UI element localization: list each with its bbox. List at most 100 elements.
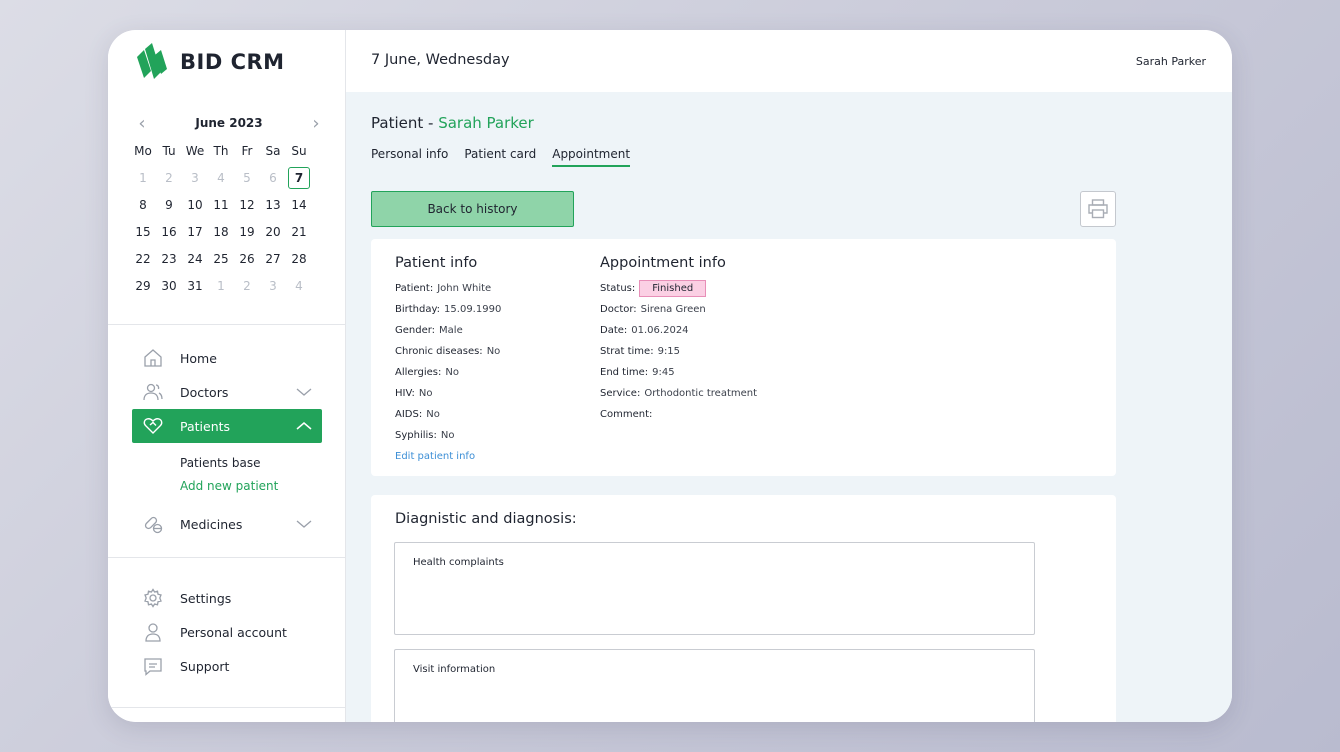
weekday-label: Fr [241, 144, 253, 158]
field-value: No [486, 346, 501, 357]
chevron-down-icon[interactable] [296, 519, 312, 529]
tab-personal-info[interactable]: Personal info [371, 147, 448, 167]
sidebar-subitem-add-new-patient[interactable]: Add new patient [132, 474, 322, 497]
sidebar-item-home[interactable]: Home [132, 341, 322, 375]
back-to-history-button[interactable]: Back to history [371, 191, 574, 227]
calendar-prev-icon[interactable]: ‹ [134, 113, 150, 134]
calendar-day[interactable]: 11 [208, 194, 234, 216]
calendar-day[interactable]: 4 [208, 167, 234, 189]
sidebar-divider [108, 324, 346, 325]
sidebar-item-medicines[interactable]: Medicines [132, 507, 322, 541]
calendar-day[interactable]: 6 [260, 167, 286, 189]
gear-icon [142, 587, 164, 609]
calendar-day[interactable]: 9 [156, 194, 182, 216]
sidebar-item-support[interactable]: Support [132, 649, 322, 683]
appointment-info-section: Appointment info Status: Finished Doctor… [600, 255, 757, 425]
edit-patient-info-link[interactable]: Edit patient info [395, 446, 501, 467]
calendar-day-today[interactable]: 7 [288, 167, 310, 189]
calendar-day[interactable]: 19 [234, 221, 260, 243]
calendar-day[interactable]: 2 [156, 167, 182, 189]
calendar-day[interactable]: 24 [182, 248, 208, 270]
info-row: HIV: No [395, 383, 501, 404]
info-row: Strat time: 9:15 [600, 341, 757, 362]
sidebar-item-personal-account[interactable]: Personal account [132, 615, 322, 649]
mini-calendar: ‹ June 2023 › Mo Tu We Th Fr Sa Su 1 2 3 4 5 6 7 8 9 10 1… [134, 112, 324, 297]
field-label: Strat time: [600, 346, 654, 357]
heart-handshake-icon [142, 415, 164, 437]
page-title-patient-name: Sarah Parker [438, 114, 534, 132]
calendar-day[interactable]: 29 [130, 275, 156, 297]
chevron-up-icon[interactable] [296, 421, 312, 431]
calendar-day[interactable]: 3 [182, 167, 208, 189]
calendar-day[interactable]: 1 [130, 167, 156, 189]
top-header: 7 June, Wednesday Sarah Parker [346, 30, 1232, 92]
calendar-day[interactable]: 26 [234, 248, 260, 270]
calendar-day[interactable]: 17 [182, 221, 208, 243]
weekday-label: We [185, 144, 205, 158]
status-badge: Finished [639, 280, 707, 297]
calendar-day[interactable]: 8 [130, 194, 156, 216]
calendar-day[interactable]: 21 [286, 221, 312, 243]
chevron-down-icon[interactable] [296, 387, 312, 397]
calendar-day[interactable]: 27 [260, 248, 286, 270]
weekday-label: Th [213, 144, 229, 158]
calendar-day[interactable]: 5 [234, 167, 260, 189]
page-title-prefix: Patient - [371, 114, 439, 132]
calendar-day[interactable]: 2 [234, 275, 260, 297]
diagnosis-card: Diagnistic and diagnosis: Health complai… [371, 495, 1116, 722]
info-row: Comment: [600, 404, 757, 425]
field-label: Status: [600, 283, 636, 294]
home-icon [142, 347, 164, 369]
field-value: Sirena Green [640, 304, 706, 315]
calendar-day[interactable]: 25 [208, 248, 234, 270]
tab-patient-card[interactable]: Patient card [464, 147, 536, 167]
sidebar-item-settings[interactable]: Settings [132, 581, 322, 615]
tab-bar: Personal info Patient card Appointment [371, 147, 646, 167]
info-row: AIDS: No [395, 404, 501, 425]
info-row: Gender: Male [395, 320, 501, 341]
info-row: Patient: John White [395, 278, 501, 299]
info-row: Service: Orthodontic treatment [600, 383, 757, 404]
print-button[interactable] [1080, 191, 1116, 227]
calendar-day[interactable]: 4 [286, 275, 312, 297]
info-row-status: Status: Finished [600, 278, 757, 299]
users-icon [142, 381, 164, 403]
field-label: Allergies: [395, 367, 442, 378]
weekday-label: Sa [265, 144, 281, 158]
calendar-day[interactable]: 31 [182, 275, 208, 297]
info-row: Doctor: Sirena Green [600, 299, 757, 320]
visit-information-field[interactable]: Visit information [394, 649, 1035, 722]
field-label: Date: [600, 325, 628, 336]
calendar-day[interactable]: 13 [260, 194, 286, 216]
field-value: 9:45 [652, 367, 675, 378]
sidebar-item-patients[interactable]: Patients [132, 409, 322, 443]
calendar-day[interactable]: 16 [156, 221, 182, 243]
calendar-day[interactable]: 3 [260, 275, 286, 297]
field-value: Male [439, 325, 463, 336]
calendar-day[interactable]: 12 [234, 194, 260, 216]
health-complaints-field[interactable]: Health complaints [394, 542, 1035, 635]
calendar-day[interactable]: 18 [208, 221, 234, 243]
calendar-day[interactable]: 20 [260, 221, 286, 243]
field-label: Birthday: [395, 304, 441, 315]
calendar-day[interactable]: 22 [130, 248, 156, 270]
field-value: No [440, 430, 455, 441]
pills-icon [142, 513, 164, 535]
sidebar-item-label: Medicines [180, 516, 243, 532]
tab-appointment[interactable]: Appointment [552, 147, 631, 167]
calendar-next-icon[interactable]: › [308, 113, 324, 134]
calendar-month-label: June 2023 [195, 116, 263, 130]
calendar-day[interactable]: 15 [130, 221, 156, 243]
field-value: No [426, 409, 440, 420]
sidebar-subitem-patients-base[interactable]: Patients base [132, 451, 322, 474]
sidebar-item-doctors[interactable]: Doctors [132, 375, 322, 409]
calendar-day[interactable]: 30 [156, 275, 182, 297]
current-user[interactable]: Sarah Parker [1136, 55, 1206, 68]
calendar-day[interactable]: 10 [182, 194, 208, 216]
calendar-day[interactable]: 23 [156, 248, 182, 270]
sidebar-item-label: Patients [180, 418, 231, 434]
calendar-day[interactable]: 1 [208, 275, 234, 297]
calendar-day[interactable]: 14 [286, 194, 312, 216]
brand-logo[interactable]: BID CRM [134, 42, 285, 82]
calendar-day[interactable]: 28 [286, 248, 312, 270]
